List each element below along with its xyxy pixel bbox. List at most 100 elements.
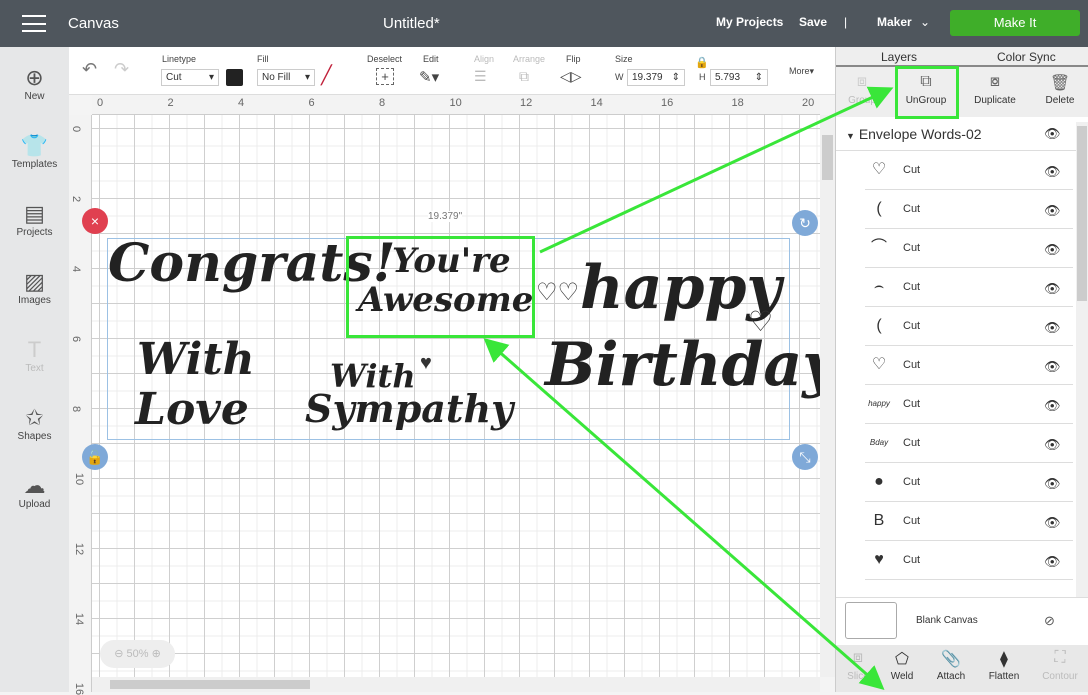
layer-label: Cut <box>903 164 921 176</box>
plus-circle-icon: ⊕ <box>25 65 44 90</box>
delete-handle-icon[interactable]: × <box>82 208 108 234</box>
layer-thumbnail: ♡ <box>871 356 887 373</box>
machine-select[interactable]: Maker <box>877 15 912 29</box>
layer-label: Cut <box>903 398 921 410</box>
undo-icon[interactable]: ↶ <box>82 59 97 80</box>
chevron-down-icon[interactable]: ⌄ <box>920 15 930 29</box>
word-sympathy[interactable]: Sympathy <box>305 390 513 428</box>
ruler-tick-label: 12 <box>73 542 86 556</box>
word-love[interactable]: Love <box>135 388 249 432</box>
ruler-tick-label: 16 <box>73 682 86 695</box>
blank-canvas-row[interactable]: Blank Canvas ⊘ <box>836 597 1088 645</box>
layer-row[interactable]: happy Cut 👁 <box>865 385 1073 424</box>
eye-icon[interactable]: 👁 <box>1044 242 1061 258</box>
ruler-tick-label: 4 <box>70 265 83 273</box>
layer-row[interactable]: Bday Cut 👁 <box>865 424 1073 463</box>
sidebar-label: Shapes <box>17 431 52 442</box>
eye-icon[interactable]: 👁 <box>1044 203 1061 219</box>
layer-row[interactable]: (Cut 👁 <box>865 190 1073 229</box>
weld-button[interactable]: ⬠ Weld <box>877 649 927 682</box>
ruler-tick-label: 14 <box>73 612 86 626</box>
eye-icon[interactable]: 👁 <box>1044 164 1061 180</box>
layers-scrollbar[interactable] <box>1076 122 1088 597</box>
tab-color-sync[interactable]: Color Sync <box>997 50 1056 64</box>
zoom-control[interactable]: ⊖ 50% ⊕ <box>100 640 175 668</box>
sidebar-templates[interactable]: 👕 Templates <box>0 133 69 170</box>
height-input[interactable]: 5.793 ⇕ <box>710 69 768 86</box>
no-fill-icon[interactable]: ╱ <box>321 65 332 86</box>
slice-button[interactable]: ⧈ Slice <box>833 649 883 682</box>
align-icon[interactable]: ☰ <box>474 68 487 85</box>
lock-handle-icon[interactable]: 🔓 <box>82 444 108 470</box>
ruler-tick-label: 16 <box>661 97 674 109</box>
resize-handle-icon[interactable]: ⤡ <box>792 444 818 470</box>
project-title[interactable]: Untitled* <box>383 15 440 32</box>
redo-icon[interactable]: ↷ <box>114 59 129 80</box>
sidebar-images[interactable]: ▨ Images <box>0 269 69 306</box>
eye-icon[interactable]: 👁 <box>1044 359 1061 375</box>
eye-icon[interactable]: 👁 <box>1044 476 1061 492</box>
hamburger-menu-icon[interactable] <box>22 15 46 32</box>
sidebar-upload[interactable]: ☁ Upload <box>0 473 69 510</box>
word-with[interactable]: With <box>137 338 255 382</box>
fill-select[interactable]: No Fill ▾ <box>257 69 315 86</box>
blank-canvas-swatch[interactable] <box>845 602 897 639</box>
width-input[interactable]: 19.379 ⇕ <box>627 69 685 86</box>
flip-icon[interactable]: ◁▷ <box>560 68 582 85</box>
eye-hidden-icon[interactable]: ⊘ <box>1044 613 1055 629</box>
layer-row[interactable]: ● Cut 👁 <box>865 463 1073 502</box>
flatten-icon: ⧫ <box>1000 651 1008 668</box>
ruler-tick-label: 6 <box>70 335 83 343</box>
line-color-swatch[interactable] <box>226 69 243 86</box>
ruler-tick-label: 0 <box>97 97 104 109</box>
rotate-handle-icon[interactable]: ↻ <box>792 210 818 236</box>
deselect-icon[interactable]: + <box>376 68 394 85</box>
layer-thumbnail: ( <box>876 317 882 334</box>
word-birthday[interactable]: Birthday <box>545 335 837 395</box>
eye-icon[interactable]: 👁 <box>1044 281 1061 297</box>
sidebar-shapes[interactable]: ✩ Shapes <box>0 405 69 442</box>
eye-icon[interactable]: 👁 <box>1044 398 1061 414</box>
trash-icon: 🗑 <box>1049 75 1071 92</box>
eye-icon[interactable]: 👁 <box>1044 554 1061 570</box>
tool-label: Slice <box>847 671 869 682</box>
layer-row[interactable]: (Cut 👁 <box>865 307 1073 346</box>
layer-row[interactable]: ♡ Cut 👁 <box>865 346 1073 385</box>
my-projects-link[interactable]: My Projects <box>716 15 783 29</box>
attach-button[interactable]: 📎 Attach <box>926 649 976 682</box>
group-button[interactable]: ⧈ Group <box>832 73 892 106</box>
collapse-arrow-icon[interactable]: ▼ <box>846 131 855 141</box>
arrange-icon[interactable]: ⧉ <box>519 68 529 85</box>
canvas-horizontal-scrollbar[interactable] <box>92 677 820 692</box>
tool-label: Group <box>848 95 876 106</box>
layer-row[interactable]: ♥ Cut 👁 <box>865 541 1073 580</box>
sidebar-projects[interactable]: ▤ Projects <box>0 201 69 238</box>
sidebar-label: Images <box>18 295 51 306</box>
sidebar-new[interactable]: ⊕ New <box>0 65 69 102</box>
edit-icon[interactable]: ✎▾ <box>419 68 439 86</box>
layer-row[interactable]: ⌢ Cut 👁 <box>865 268 1073 307</box>
sidebar-text[interactable]: T Text <box>0 337 69 374</box>
canvas-vertical-scrollbar[interactable] <box>820 115 835 677</box>
save-button[interactable]: Save <box>799 15 827 29</box>
flatten-button[interactable]: ⧫ Flatten <box>979 649 1029 682</box>
eye-icon[interactable]: 👁 <box>1044 126 1061 142</box>
eye-icon[interactable]: 👁 <box>1044 320 1061 336</box>
eye-icon[interactable]: 👁 <box>1044 515 1061 531</box>
eye-icon[interactable]: 👁 <box>1044 437 1061 453</box>
lock-icon[interactable]: 🔒 <box>695 56 709 69</box>
make-it-button[interactable]: Make It <box>950 10 1080 36</box>
layer-row[interactable]: ♡ Cut 👁 <box>865 151 1073 190</box>
tab-layers[interactable]: Layers <box>881 50 917 64</box>
tool-label: Contour <box>1042 671 1078 682</box>
more-label: More <box>789 66 810 76</box>
contour-button[interactable]: ⛶ Contour <box>1035 649 1085 682</box>
layer-row[interactable]: B Cut 👁 <box>865 502 1073 541</box>
delete-button[interactable]: 🗑 Delete <box>1030 73 1088 106</box>
layer-group-row[interactable]: ▼ Envelope Words-02 👁 <box>836 117 1076 151</box>
linetype-select[interactable]: Cut ▾ <box>161 69 219 86</box>
sidebar-label: New <box>24 91 45 102</box>
more-button[interactable]: More▾ <box>789 66 814 77</box>
duplicate-button[interactable]: ⧇ Duplicate <box>965 73 1025 106</box>
layer-row[interactable]: ⌒ Cut 👁 <box>865 229 1073 268</box>
